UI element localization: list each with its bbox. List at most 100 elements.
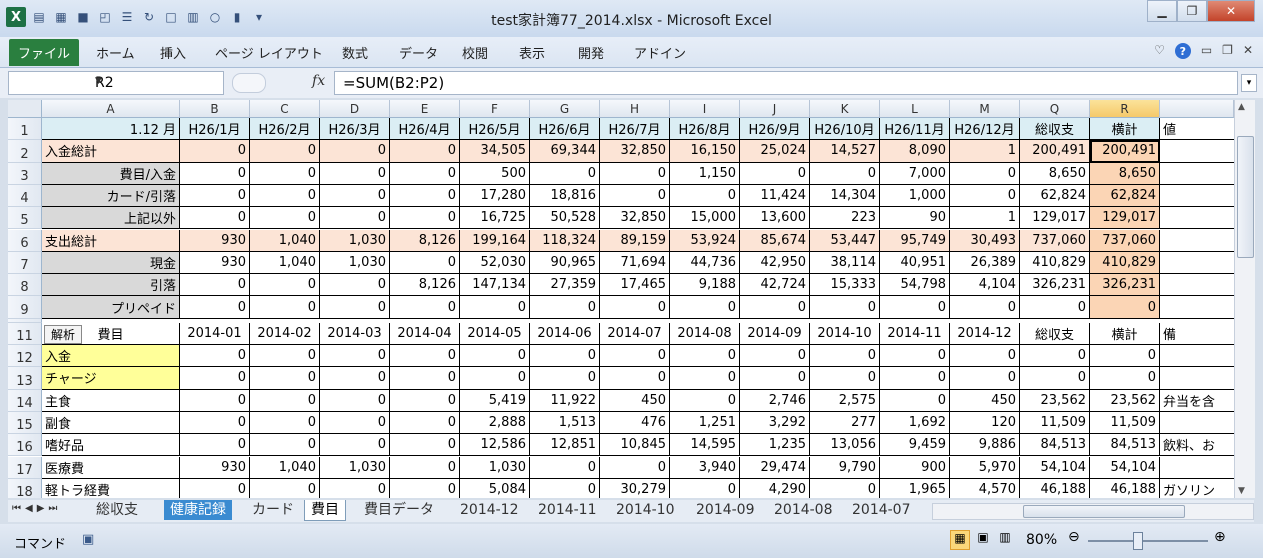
- zoom-out-icon[interactable]: ⊖: [1068, 529, 1080, 545]
- cell-j3[interactable]: 0: [740, 162, 810, 185]
- cell-s18[interactable]: ガソリン: [1160, 479, 1234, 498]
- cell-h16[interactable]: 10,845: [600, 434, 670, 457]
- cell-a5[interactable]: 上記以外: [42, 207, 180, 230]
- cell-e9[interactable]: 0: [390, 296, 460, 319]
- cell-b18[interactable]: 0: [180, 478, 250, 498]
- cell-k5[interactable]: 223: [810, 207, 880, 230]
- formula-cancel-enter[interactable]: [232, 73, 266, 93]
- cell-q7[interactable]: 410,829: [1020, 251, 1090, 275]
- cell-d14[interactable]: 0: [320, 389, 390, 412]
- cell-d2[interactable]: 0: [320, 140, 390, 163]
- row-header-1[interactable]: 1: [8, 118, 42, 141]
- cell-j6[interactable]: 85,674: [740, 229, 810, 252]
- cell-a16[interactable]: 嗜好品: [42, 434, 180, 457]
- page-break-view-icon[interactable]: ▥: [996, 530, 1014, 548]
- cell-m1[interactable]: H26/12月: [950, 118, 1020, 141]
- cell-i1[interactable]: H26/8月: [670, 118, 740, 141]
- close-icon[interactable]: ✕: [1207, 0, 1255, 22]
- column-header-r[interactable]: R: [1090, 100, 1160, 118]
- cell-j11[interactable]: 2014-09: [740, 322, 810, 345]
- cell-g4[interactable]: 18,816: [530, 184, 600, 208]
- cell-l12[interactable]: 0: [880, 345, 950, 368]
- column-header-i[interactable]: I: [670, 100, 740, 118]
- cell-f17[interactable]: 1,030: [460, 456, 530, 479]
- cell-e12[interactable]: 0: [390, 345, 460, 368]
- cell-l16[interactable]: 9,459: [880, 434, 950, 457]
- column-header-j[interactable]: J: [740, 100, 810, 118]
- cell-q1[interactable]: 総収支: [1020, 118, 1090, 141]
- cell-i16[interactable]: 14,595: [670, 434, 740, 457]
- cell-m15[interactable]: 120: [950, 411, 1020, 435]
- cell-r12[interactable]: 0: [1090, 345, 1160, 368]
- cell-b4[interactable]: 0: [180, 184, 250, 208]
- column-header-f[interactable]: F: [460, 100, 530, 118]
- cell-a15[interactable]: 副食: [42, 411, 180, 435]
- cell-a1[interactable]: 1.12 月: [42, 118, 180, 141]
- column-header-k[interactable]: K: [810, 100, 880, 118]
- sheet-tab-expense[interactable]: 費目: [304, 500, 346, 521]
- cell-g14[interactable]: 11,922: [530, 389, 600, 412]
- name-box[interactable]: R2 ▼: [8, 71, 224, 95]
- sheet-tab-card[interactable]: カード: [246, 500, 300, 520]
- cell-q6[interactable]: 737,060: [1020, 229, 1090, 252]
- cell-b12[interactable]: 0: [180, 345, 250, 368]
- row-header-18[interactable]: 18: [8, 478, 42, 498]
- cell-c11[interactable]: 2014-02: [250, 322, 320, 345]
- cell-s11[interactable]: 備: [1160, 323, 1234, 345]
- cell-d4[interactable]: 0: [320, 184, 390, 208]
- cell-i9[interactable]: 0: [670, 296, 740, 319]
- cell-i7[interactable]: 44,736: [670, 251, 740, 275]
- column-header-q[interactable]: Q: [1020, 100, 1090, 118]
- cell-r15[interactable]: 11,509: [1090, 411, 1160, 435]
- cell-e15[interactable]: 0: [390, 411, 460, 435]
- cell-h8[interactable]: 17,465: [600, 274, 670, 297]
- cell-f11[interactable]: 2014-05: [460, 322, 530, 345]
- cell-d8[interactable]: 0: [320, 274, 390, 297]
- analyze-button[interactable]: 解析: [44, 324, 82, 344]
- cell-k1[interactable]: H26/10月: [810, 118, 880, 141]
- cell-h13[interactable]: 0: [600, 367, 670, 390]
- sheet-tab-2014-09[interactable]: 2014-09: [690, 500, 761, 520]
- cell-b17[interactable]: 930: [180, 456, 250, 479]
- cell-c7[interactable]: 1,040: [250, 251, 320, 275]
- cell-f7[interactable]: 52,030: [460, 251, 530, 275]
- formula-input[interactable]: =SUM(B2:P2): [334, 71, 1238, 95]
- cell-i14[interactable]: 0: [670, 389, 740, 412]
- cell-e4[interactable]: 0: [390, 184, 460, 208]
- cell-i3[interactable]: 1,150: [670, 162, 740, 185]
- cell-l5[interactable]: 90: [880, 207, 950, 230]
- cell-q4[interactable]: 62,824: [1020, 184, 1090, 208]
- tab-home[interactable]: ホーム: [96, 43, 135, 62]
- cell-l1[interactable]: H26/11月: [880, 118, 950, 141]
- cell-g13[interactable]: 0: [530, 367, 600, 390]
- cell-q12[interactable]: 0: [1020, 345, 1090, 368]
- cell-j2[interactable]: 25,024: [740, 140, 810, 163]
- cell-m11[interactable]: 2014-12: [950, 322, 1020, 345]
- cell-k13[interactable]: 0: [810, 367, 880, 390]
- cell-g6[interactable]: 118,324: [530, 229, 600, 252]
- cell-e13[interactable]: 0: [390, 367, 460, 390]
- cell-l4[interactable]: 1,000: [880, 184, 950, 208]
- cell-l6[interactable]: 95,749: [880, 229, 950, 252]
- horizontal-scroll-thumb[interactable]: [1023, 505, 1185, 518]
- cell-s14[interactable]: 弁当を含: [1160, 390, 1234, 412]
- cell-f3[interactable]: 500: [460, 162, 530, 185]
- cell-d17[interactable]: 1,030: [320, 456, 390, 479]
- workbook-minimize-icon[interactable]: ▭: [1201, 43, 1212, 59]
- cell-b6[interactable]: 930: [180, 229, 250, 252]
- tab-formulas[interactable]: 数式: [342, 43, 368, 62]
- zoom-slider-knob[interactable]: [1133, 532, 1143, 550]
- zoom-level[interactable]: 80%: [1026, 532, 1057, 548]
- cell-g2[interactable]: 69,344: [530, 140, 600, 163]
- cell-j18[interactable]: 4,290: [740, 478, 810, 498]
- cell-l13[interactable]: 0: [880, 367, 950, 390]
- cell-g8[interactable]: 27,359: [530, 274, 600, 297]
- cell-c13[interactable]: 0: [250, 367, 320, 390]
- tab-review[interactable]: 校閲: [462, 43, 488, 62]
- cell-k2[interactable]: 14,527: [810, 140, 880, 163]
- cell-d9[interactable]: 0: [320, 296, 390, 319]
- row-header-7[interactable]: 7: [8, 251, 42, 275]
- row-header-4[interactable]: 4: [8, 184, 42, 208]
- column-header-s[interactable]: [1160, 100, 1234, 118]
- workbook-close-icon[interactable]: ✕: [1243, 43, 1253, 59]
